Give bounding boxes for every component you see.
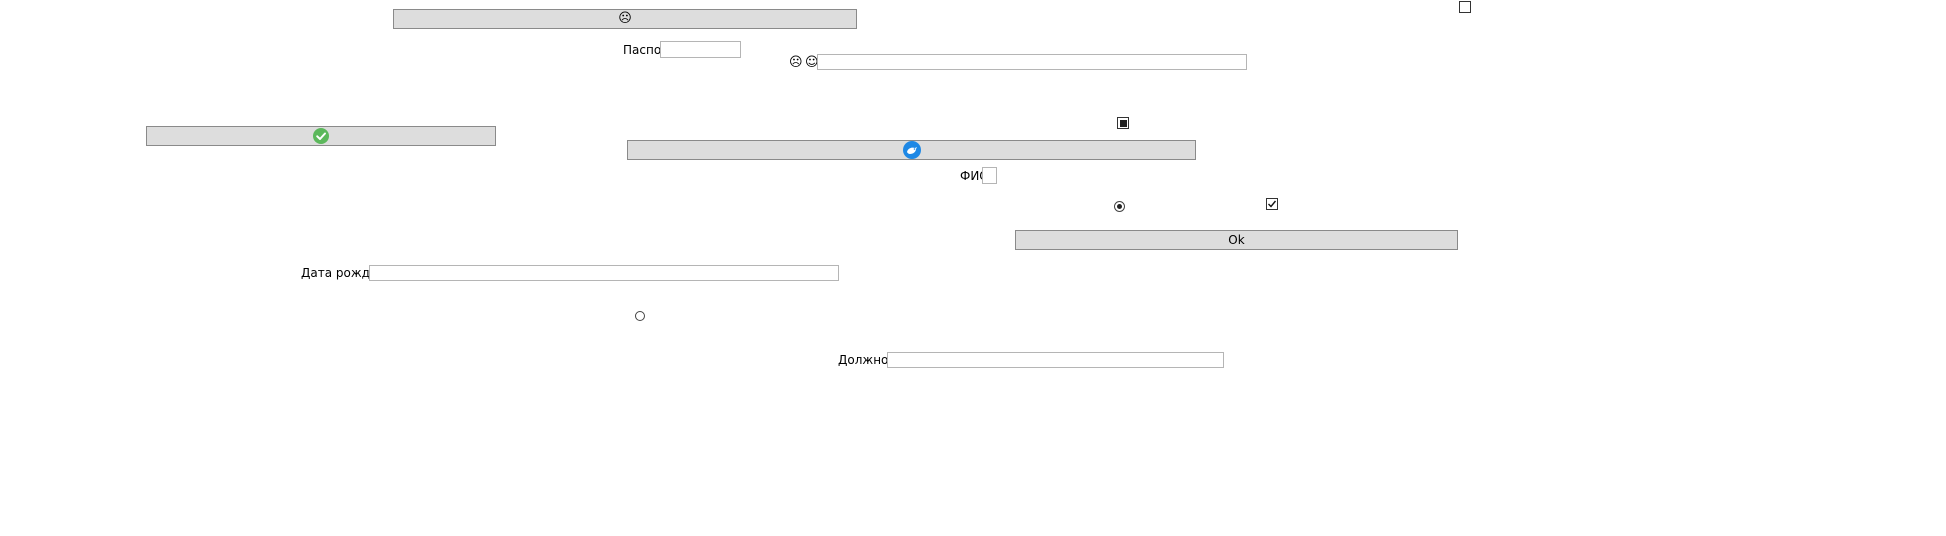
birthdate-field[interactable] (369, 265, 839, 281)
unlabeled-text-field[interactable] (817, 54, 1247, 70)
position-field[interactable] (887, 352, 1224, 368)
bird-button[interactable] (627, 140, 1196, 160)
checkmark-icon (1268, 200, 1277, 208)
check-circle-icon (313, 128, 329, 144)
filled-square-checkbox[interactable] (1117, 117, 1129, 129)
passport-field[interactable] (660, 41, 741, 58)
bird-icon (902, 141, 921, 159)
checked-checkbox[interactable] (1266, 198, 1278, 210)
radio-dot (1117, 204, 1122, 209)
check-button[interactable] (146, 126, 496, 146)
radio-unselected[interactable] (635, 311, 645, 321)
ok-button[interactable]: Ok (1015, 230, 1458, 250)
indeterminate-mark-icon (1119, 119, 1127, 127)
sad-face-icon: ☹ (618, 11, 632, 26)
fio-field[interactable] (982, 167, 997, 184)
top-right-checkbox[interactable] (1459, 1, 1471, 13)
sad-face-icon[interactable]: ☹ (789, 56, 803, 70)
top-emoji-button[interactable]: ☹ (393, 9, 857, 29)
radio-selected[interactable] (1114, 201, 1125, 212)
